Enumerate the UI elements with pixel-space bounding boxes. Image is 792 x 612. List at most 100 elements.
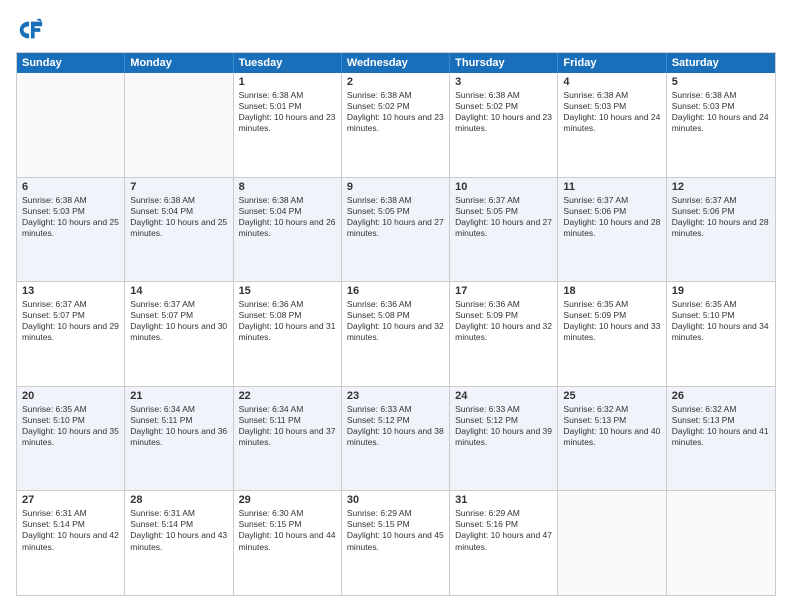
cell-info: Sunrise: 6:37 AM Sunset: 5:06 PM Dayligh… — [672, 195, 770, 239]
cell-info: Sunrise: 6:36 AM Sunset: 5:09 PM Dayligh… — [455, 299, 552, 343]
calendar-cell: 31Sunrise: 6:29 AM Sunset: 5:16 PM Dayli… — [450, 491, 558, 595]
calendar-cell: 2 Sunrise: 6:38 AM Sunset: 5:02 PM Daylig… — [342, 73, 450, 177]
cell-info: Sunrise: 6:34 AM Sunset: 5:11 PM Dayligh… — [130, 404, 227, 448]
cell-info: Sunrise: 6:38 AM Sunset: 5:04 PM Dayligh… — [130, 195, 227, 239]
day-number: 8 — [239, 181, 336, 193]
cell-info: Sunrise: 6:33 AM Sunset: 5:12 PM Dayligh… — [455, 404, 552, 448]
calendar-cell: 17 Sunrise: 6:36 AM Sunset: 5:09 PM Dayli… — [450, 282, 558, 386]
calendar-cell — [667, 491, 775, 595]
day-number: 17 — [455, 285, 552, 297]
cell-info: Sunrise: 6:33 AM Sunset: 5:12 PM Dayligh… — [347, 404, 444, 448]
cell-info: Sunrise: 6:29 AM Sunset: 5:16 PM Dayligh… — [455, 508, 552, 552]
day-number: 20 — [22, 390, 119, 402]
day-number: 13 — [22, 285, 119, 297]
calendar-cell: 19 Sunrise: 6:35 AM Sunset: 5:10 PM Dayli… — [667, 282, 775, 386]
calendar-cell: 1 Sunrise: 6:38 AM Sunset: 5:01 PM Daylig… — [234, 73, 342, 177]
calendar-cell: 23 Sunrise: 6:33 AM Sunset: 5:12 PM Dayli… — [342, 387, 450, 491]
cell-info: Sunrise: 6:31 AM Sunset: 5:14 PM Dayligh… — [22, 508, 119, 552]
cell-info: Sunrise: 6:32 AM Sunset: 5:13 PM Dayligh… — [672, 404, 770, 448]
calendar-cell: 20 Sunrise: 6:35 AM Sunset: 5:10 PM Dayli… — [17, 387, 125, 491]
day-number: 15 — [239, 285, 336, 297]
cell-info: Sunrise: 6:30 AM Sunset: 5:15 PM Dayligh… — [239, 508, 336, 552]
day-number: 16 — [347, 285, 444, 297]
calendar-row-5: 27 Sunrise: 6:31 AM Sunset: 5:14 PM Dayli… — [17, 491, 775, 595]
calendar-cell: 10Sunrise: 6:37 AM Sunset: 5:05 PM Dayli… — [450, 178, 558, 282]
cell-info: Sunrise: 6:37 AM Sunset: 5:06 PM Dayligh… — [563, 195, 660, 239]
day-number: 21 — [130, 390, 227, 402]
calendar-cell: 13 Sunrise: 6:37 AM Sunset: 5:07 PM Dayli… — [17, 282, 125, 386]
calendar-row-4: 20 Sunrise: 6:35 AM Sunset: 5:10 PM Dayli… — [17, 387, 775, 492]
page: SundayMondayTuesdayWednesdayThursdayFrid… — [0, 0, 792, 612]
cell-info: Sunrise: 6:31 AM Sunset: 5:14 PM Dayligh… — [130, 508, 227, 552]
day-number: 28 — [130, 494, 227, 506]
cell-info: Sunrise: 6:38 AM Sunset: 5:02 PM Dayligh… — [347, 90, 444, 134]
calendar-cell: 11Sunrise: 6:37 AM Sunset: 5:06 PM Dayli… — [558, 178, 666, 282]
day-number: 7 — [130, 181, 227, 193]
cell-info: Sunrise: 6:38 AM Sunset: 5:04 PM Dayligh… — [239, 195, 336, 239]
calendar-cell: 4 Sunrise: 6:38 AM Sunset: 5:03 PM Daylig… — [558, 73, 666, 177]
calendar-cell: 12 Sunrise: 6:37 AM Sunset: 5:06 PM Dayli… — [667, 178, 775, 282]
cell-info: Sunrise: 6:34 AM Sunset: 5:11 PM Dayligh… — [239, 404, 336, 448]
calendar-cell: 26 Sunrise: 6:32 AM Sunset: 5:13 PM Dayli… — [667, 387, 775, 491]
calendar-cell: 29 Sunrise: 6:30 AM Sunset: 5:15 PM Dayli… — [234, 491, 342, 595]
cell-info: Sunrise: 6:35 AM Sunset: 5:09 PM Dayligh… — [563, 299, 660, 343]
day-number: 23 — [347, 390, 444, 402]
calendar-cell: 28 Sunrise: 6:31 AM Sunset: 5:14 PM Dayli… — [125, 491, 233, 595]
calendar-header: SundayMondayTuesdayWednesdayThursdayFrid… — [17, 53, 775, 73]
day-number: 5 — [672, 76, 770, 88]
day-number: 27 — [22, 494, 119, 506]
day-number: 3 — [455, 76, 552, 88]
calendar-cell: 22 Sunrise: 6:34 AM Sunset: 5:11 PM Dayli… — [234, 387, 342, 491]
calendar-cell: 24 Sunrise: 6:33 AM Sunset: 5:12 PM Dayli… — [450, 387, 558, 491]
calendar-cell — [17, 73, 125, 177]
header-day-wednesday: Wednesday — [342, 53, 450, 73]
day-number: 26 — [672, 390, 770, 402]
day-number: 29 — [239, 494, 336, 506]
cell-info: Sunrise: 6:35 AM Sunset: 5:10 PM Dayligh… — [22, 404, 119, 448]
logo — [16, 16, 48, 44]
day-number: 1 — [239, 76, 336, 88]
calendar-row-3: 13 Sunrise: 6:37 AM Sunset: 5:07 PM Dayli… — [17, 282, 775, 387]
calendar-cell — [125, 73, 233, 177]
calendar-row-2: 6Sunrise: 6:38 AM Sunset: 5:03 PM Daylig… — [17, 178, 775, 283]
day-number: 18 — [563, 285, 660, 297]
day-number: 24 — [455, 390, 552, 402]
calendar-cell: 8 Sunrise: 6:38 AM Sunset: 5:04 PM Daylig… — [234, 178, 342, 282]
cell-info: Sunrise: 6:38 AM Sunset: 5:03 PM Dayligh… — [563, 90, 660, 134]
cell-info: Sunrise: 6:35 AM Sunset: 5:10 PM Dayligh… — [672, 299, 770, 343]
cell-info: Sunrise: 6:37 AM Sunset: 5:05 PM Dayligh… — [455, 195, 552, 239]
calendar-cell: 27 Sunrise: 6:31 AM Sunset: 5:14 PM Dayli… — [17, 491, 125, 595]
cell-info: Sunrise: 6:38 AM Sunset: 5:01 PM Dayligh… — [239, 90, 336, 134]
day-number: 14 — [130, 285, 227, 297]
cell-info: Sunrise: 6:38 AM Sunset: 5:03 PM Dayligh… — [672, 90, 770, 134]
day-number: 25 — [563, 390, 660, 402]
calendar-row-1: 1 Sunrise: 6:38 AM Sunset: 5:01 PM Daylig… — [17, 73, 775, 178]
calendar-cell: 7 Sunrise: 6:38 AM Sunset: 5:04 PM Daylig… — [125, 178, 233, 282]
day-number: 2 — [347, 76, 444, 88]
day-number: 6 — [22, 181, 119, 193]
calendar-cell — [558, 491, 666, 595]
header-day-thursday: Thursday — [450, 53, 558, 73]
calendar-cell: 18 Sunrise: 6:35 AM Sunset: 5:09 PM Dayli… — [558, 282, 666, 386]
calendar-cell: 30 Sunrise: 6:29 AM Sunset: 5:15 PM Dayli… — [342, 491, 450, 595]
day-number: 22 — [239, 390, 336, 402]
header-day-friday: Friday — [558, 53, 666, 73]
day-number: 4 — [563, 76, 660, 88]
day-number: 12 — [672, 181, 770, 193]
cell-info: Sunrise: 6:38 AM Sunset: 5:02 PM Dayligh… — [455, 90, 552, 134]
cell-info: Sunrise: 6:37 AM Sunset: 5:07 PM Dayligh… — [22, 299, 119, 343]
cell-info: Sunrise: 6:36 AM Sunset: 5:08 PM Dayligh… — [347, 299, 444, 343]
day-number: 30 — [347, 494, 444, 506]
cell-info: Sunrise: 6:29 AM Sunset: 5:15 PM Dayligh… — [347, 508, 444, 552]
calendar-cell: 6Sunrise: 6:38 AM Sunset: 5:03 PM Daylig… — [17, 178, 125, 282]
calendar-cell: 15Sunrise: 6:36 AM Sunset: 5:08 PM Dayli… — [234, 282, 342, 386]
cell-info: Sunrise: 6:38 AM Sunset: 5:05 PM Dayligh… — [347, 195, 444, 239]
calendar-cell: 14 Sunrise: 6:37 AM Sunset: 5:07 PM Dayli… — [125, 282, 233, 386]
header-day-tuesday: Tuesday — [234, 53, 342, 73]
calendar-cell: 25Sunrise: 6:32 AM Sunset: 5:13 PM Dayli… — [558, 387, 666, 491]
calendar-cell: 3 Sunrise: 6:38 AM Sunset: 5:02 PM Daylig… — [450, 73, 558, 177]
cell-info: Sunrise: 6:37 AM Sunset: 5:07 PM Dayligh… — [130, 299, 227, 343]
header-day-sunday: Sunday — [17, 53, 125, 73]
day-number: 19 — [672, 285, 770, 297]
header — [16, 16, 776, 44]
